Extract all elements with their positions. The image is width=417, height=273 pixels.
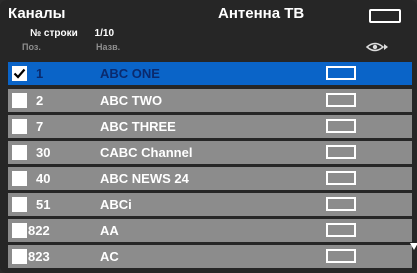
channel-number: 823 bbox=[28, 249, 50, 264]
channel-toggle-box[interactable] bbox=[326, 119, 356, 133]
channel-row[interactable]: 51 ABCi bbox=[8, 193, 412, 216]
channel-checkbox[interactable] bbox=[12, 249, 27, 264]
source-label: Антенна ТВ bbox=[218, 5, 305, 22]
channel-number: 822 bbox=[28, 223, 50, 238]
channel-checkbox[interactable] bbox=[12, 93, 27, 108]
channel-toggle-box[interactable] bbox=[326, 171, 356, 185]
channel-toggle-box[interactable] bbox=[326, 197, 356, 211]
channel-name: AC bbox=[100, 249, 119, 264]
channel-checkbox[interactable] bbox=[12, 223, 27, 238]
row-number-value: 1/10 bbox=[94, 28, 115, 39]
channel-toggle-box[interactable] bbox=[326, 145, 356, 159]
channel-row[interactable]: 30 CABC Channel bbox=[8, 141, 412, 164]
channel-name: ABC ONE bbox=[100, 66, 160, 81]
channel-toggle-box[interactable] bbox=[326, 223, 356, 237]
channel-row[interactable]: 2 ABC TWO bbox=[8, 89, 412, 112]
column-header-name: Назв. bbox=[96, 42, 121, 52]
scroll-down-icon[interactable] bbox=[410, 243, 417, 250]
column-header-position: Поз. bbox=[22, 42, 41, 52]
channel-row[interactable]: 7 ABC THREE bbox=[8, 115, 412, 138]
channel-checkbox[interactable] bbox=[12, 66, 27, 81]
channel-number: 7 bbox=[36, 119, 44, 134]
channel-row[interactable]: 40 ABC NEWS 24 bbox=[8, 167, 412, 190]
row-number-indicator: № строки 1/10 bbox=[30, 28, 114, 39]
channel-number: 2 bbox=[36, 93, 44, 108]
channel-name: ABC NEWS 24 bbox=[100, 171, 189, 186]
channel-name: ABC THREE bbox=[100, 119, 176, 134]
channel-row[interactable]: 823 AC bbox=[8, 245, 412, 268]
channel-toggle-box[interactable] bbox=[326, 93, 356, 107]
channel-toggle-box[interactable] bbox=[326, 249, 356, 263]
channel-name: CABC Channel bbox=[100, 145, 193, 160]
channel-checkbox[interactable] bbox=[12, 171, 27, 186]
channel-row[interactable]: 1 ABC ONE bbox=[8, 62, 412, 85]
channel-number: 1 bbox=[36, 66, 44, 81]
channel-name: AA bbox=[100, 223, 119, 238]
channel-row[interactable]: 822 AA bbox=[8, 219, 412, 242]
check-icon bbox=[13, 68, 26, 79]
channel-number: 51 bbox=[36, 197, 51, 212]
screen-icon[interactable] bbox=[369, 9, 401, 23]
channel-number: 40 bbox=[36, 171, 51, 186]
channel-name: ABC TWO bbox=[100, 93, 163, 108]
channel-name: ABCi bbox=[100, 197, 132, 212]
row-number-label: № строки bbox=[30, 28, 78, 39]
channel-checkbox[interactable] bbox=[12, 145, 27, 160]
eye-icon bbox=[365, 42, 388, 52]
page-title: Каналы bbox=[8, 5, 66, 22]
channel-number: 30 bbox=[36, 145, 51, 160]
channel-list-panel: Каналы Антенна ТВ № строки 1/10 Поз. Наз… bbox=[0, 0, 417, 273]
channel-checkbox[interactable] bbox=[12, 119, 27, 134]
channel-checkbox[interactable] bbox=[12, 197, 27, 212]
channel-toggle-box[interactable] bbox=[326, 66, 356, 80]
